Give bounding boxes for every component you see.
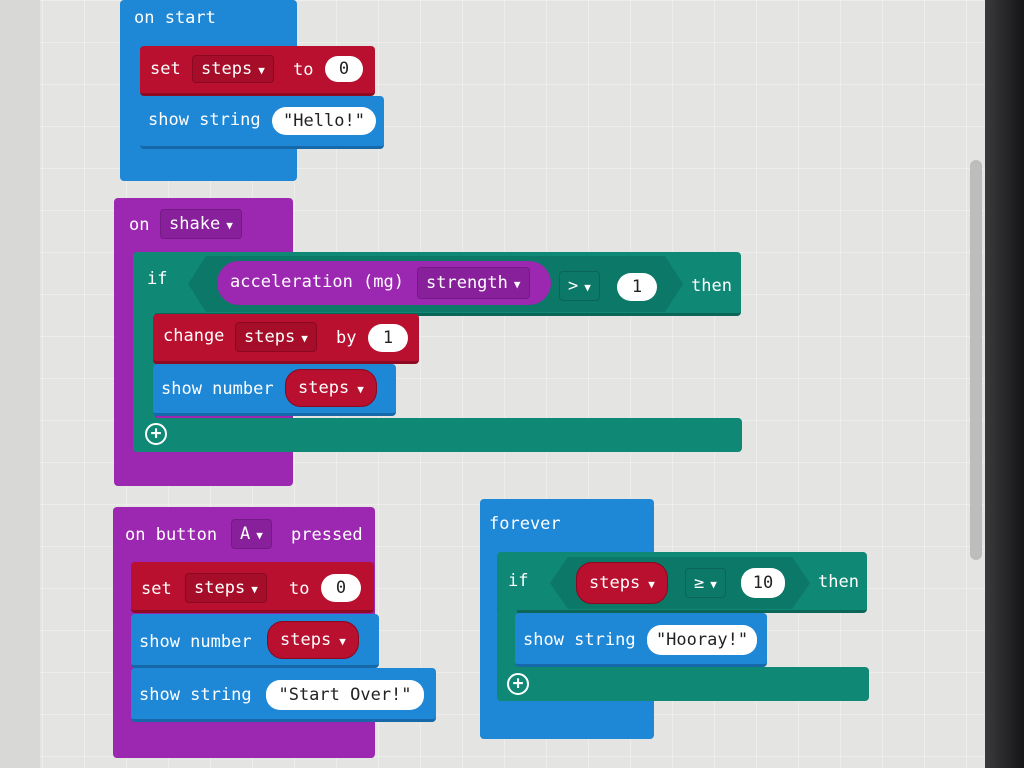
then-label: then: [818, 572, 859, 592]
dropdown-arrow-icon: ▼: [339, 635, 346, 648]
on-start-label: on start: [134, 8, 216, 28]
dropdown-arrow-icon: ▼: [648, 578, 655, 591]
then-label: then: [691, 276, 732, 296]
steps-variable-reporter[interactable]: steps ▼: [285, 369, 377, 407]
dropdown-arrow-icon: ▼: [710, 578, 717, 591]
set-steps-block[interactable]: set steps ▼ to 0: [140, 46, 375, 96]
monitor-bezel: [985, 0, 1024, 768]
set-value-input[interactable]: 0: [321, 574, 361, 602]
set-label: set: [141, 579, 172, 599]
add-else-icon[interactable]: +: [145, 423, 167, 445]
by-label: by: [336, 328, 357, 348]
add-else-icon[interactable]: +: [507, 673, 529, 695]
workspace-left-edge: [0, 0, 40, 768]
if-label: if: [508, 571, 529, 591]
show-number-label: show number: [161, 379, 274, 399]
string-start-over-input[interactable]: "Start Over!": [266, 680, 424, 710]
show-number-steps-block-2[interactable]: show number steps ▼: [131, 614, 379, 668]
comparison-operator-dropdown[interactable]: ≥ ▼: [685, 568, 726, 598]
show-string-label: show string: [139, 685, 252, 705]
to-label: to: [289, 579, 310, 599]
show-number-steps-block[interactable]: show number steps ▼: [153, 364, 396, 416]
if-steps-inner-spine: [497, 610, 517, 670]
show-number-label: show number: [139, 632, 252, 652]
change-variable-dropdown[interactable]: steps ▼: [235, 322, 317, 352]
acceleration-label: acceleration (mg): [230, 272, 404, 292]
dimension-dropdown[interactable]: strength ▼: [417, 267, 530, 299]
if-shake-bottom: +: [133, 418, 742, 452]
steps-variable-reporter[interactable]: steps ▼: [267, 621, 359, 659]
acceleration-reporter[interactable]: acceleration (mg) strength ▼: [217, 261, 551, 305]
dropdown-arrow-icon: ▼: [256, 529, 263, 542]
dropdown-arrow-icon: ▼: [301, 332, 308, 345]
string-hooray-input[interactable]: "Hooray!": [647, 625, 757, 655]
gesture-dropdown[interactable]: shake ▼: [160, 209, 242, 239]
show-string-start-over-block[interactable]: show string "Start Over!": [131, 668, 436, 722]
change-steps-block[interactable]: change steps ▼ by 1: [153, 314, 419, 364]
string-hello-input[interactable]: "Hello!": [272, 107, 376, 135]
show-string-label: show string: [148, 110, 261, 130]
dropdown-arrow-icon: ▼: [258, 64, 265, 77]
steps-variable-reporter[interactable]: steps ▼: [576, 562, 668, 604]
steps-variable-dropdown[interactable]: steps ▼: [192, 55, 274, 83]
if-steps-bottom: +: [497, 667, 869, 701]
show-string-label: show string: [523, 630, 636, 650]
compare-value-input[interactable]: 10: [741, 568, 785, 598]
change-label: change: [163, 326, 225, 346]
button-dropdown[interactable]: A ▼: [231, 519, 272, 549]
dropdown-arrow-icon: ▼: [584, 281, 591, 294]
set-steps-reset-block[interactable]: set steps ▼ to 0: [131, 562, 374, 613]
on-button-label: on button: [125, 525, 218, 545]
show-string-hello-block[interactable]: show string "Hello!": [140, 96, 384, 149]
compare-value-input[interactable]: 1: [617, 273, 657, 301]
dropdown-arrow-icon: ▼: [513, 278, 521, 291]
set-label: set: [150, 59, 181, 79]
comparison-operator-dropdown[interactable]: > ▼: [559, 271, 600, 301]
dropdown-arrow-icon: ▼: [251, 583, 258, 596]
if-label: if: [147, 269, 168, 289]
change-value-input[interactable]: 1: [368, 324, 408, 352]
forever-label: forever: [489, 514, 561, 534]
show-string-hooray-block[interactable]: show string "Hooray!": [515, 613, 767, 667]
workspace-scrollbar[interactable]: [970, 160, 982, 560]
set-value-input[interactable]: 0: [325, 56, 363, 82]
dropdown-arrow-icon: ▼: [357, 383, 364, 396]
dropdown-arrow-icon: ▼: [226, 219, 233, 232]
steps-variable-dropdown[interactable]: steps ▼: [185, 573, 267, 603]
if-shake-inner-spine: [133, 312, 155, 422]
on-label: on: [129, 215, 150, 235]
to-label: to: [293, 60, 314, 80]
pressed-label: pressed: [291, 525, 363, 545]
